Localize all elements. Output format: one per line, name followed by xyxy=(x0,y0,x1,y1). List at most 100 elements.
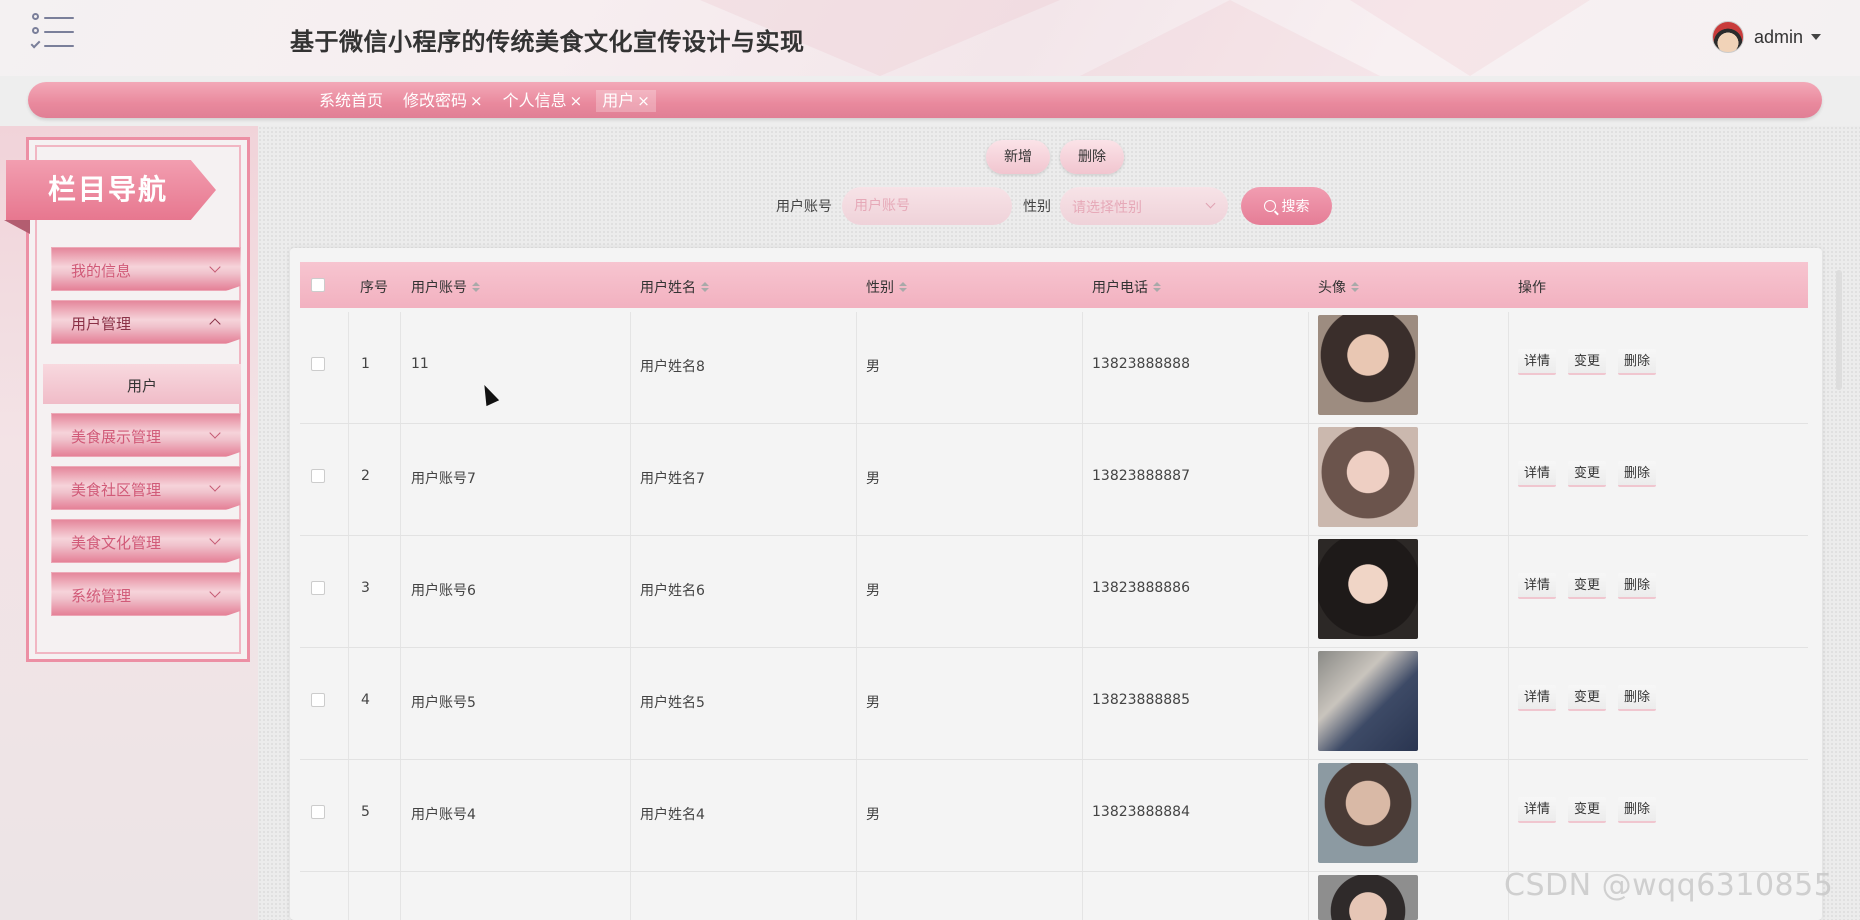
table-row: 4 用户账号5 用户姓名5 男 13823888885 详情 变更 删除 xyxy=(300,648,1808,760)
cell-phone: 13823888885 xyxy=(1092,692,1190,708)
header-decoration xyxy=(1350,0,1590,76)
cell-index: 2 xyxy=(361,468,370,484)
edit-button[interactable]: 变更 xyxy=(1568,797,1607,823)
chevron-down-icon xyxy=(1205,198,1216,209)
user-avatar-image xyxy=(1318,651,1418,751)
edit-button[interactable]: 变更 xyxy=(1568,461,1607,487)
add-button[interactable]: 新增 xyxy=(986,140,1050,174)
cell-phone: 13823888886 xyxy=(1092,580,1190,596)
detail-button[interactable]: 详情 xyxy=(1518,461,1557,487)
table-row: 2 用户账号7 用户姓名7 男 13823888887 详情 变更 删除 xyxy=(300,424,1808,536)
table-row: 3 用户账号6 用户姓名6 男 13823888886 详情 变更 删除 xyxy=(300,536,1808,648)
edit-button[interactable]: 变更 xyxy=(1568,685,1607,711)
close-icon[interactable]: × xyxy=(570,90,583,112)
row-checkbox[interactable] xyxy=(311,357,325,371)
account-label: 用户账号 xyxy=(776,199,832,215)
select-all-checkbox[interactable] xyxy=(311,278,325,292)
cell-gender: 男 xyxy=(866,807,880,823)
sort-icon xyxy=(1153,282,1161,292)
sidebar-item-system[interactable]: 系统管理 xyxy=(51,572,241,616)
cell-name: 用户姓名4 xyxy=(640,807,705,823)
cell-gender: 男 xyxy=(866,695,880,711)
sidebar-item-food-culture[interactable]: 美食文化管理 xyxy=(51,519,241,563)
cell-gender: 男 xyxy=(866,471,880,487)
tabs-bar: 系统首页 修改密码 × 个人信息 × 用户 × xyxy=(28,82,1822,118)
sidebar-item-user-management[interactable]: 用户管理 xyxy=(51,300,241,344)
row-delete-button[interactable]: 删除 xyxy=(1618,461,1657,487)
sort-icon xyxy=(1351,282,1359,292)
row-checkbox[interactable] xyxy=(311,805,325,819)
detail-button[interactable]: 详情 xyxy=(1518,685,1557,711)
row-checkbox[interactable] xyxy=(311,469,325,483)
search-icon xyxy=(1263,200,1276,212)
edit-button[interactable]: 变更 xyxy=(1568,573,1607,599)
row-checkbox[interactable] xyxy=(311,693,325,707)
header-actions: 操作 xyxy=(1518,280,1546,296)
row-delete-button[interactable]: 删除 xyxy=(1618,349,1657,375)
top-header: 基于微信小程序的传统美食文化宣传设计与实现 admin xyxy=(0,0,1860,76)
scrollbar[interactable] xyxy=(1836,270,1842,390)
row-checkbox[interactable] xyxy=(311,581,325,595)
header-phone[interactable]: 用户电话 xyxy=(1092,277,1161,297)
sort-icon xyxy=(899,282,907,292)
nav-title: 栏目导航 xyxy=(48,173,169,206)
user-avatar-image xyxy=(1318,875,1418,920)
row-delete-button[interactable]: 删除 xyxy=(1618,573,1657,599)
cell-gender: 男 xyxy=(866,359,880,375)
cell-account: 用户账号4 xyxy=(411,807,476,823)
gender-select[interactable]: 请选择性别 xyxy=(1060,187,1228,225)
user-avatar-image xyxy=(1318,315,1418,415)
header-avatar[interactable]: 头像 xyxy=(1318,277,1359,297)
user-name: admin xyxy=(1754,26,1804,47)
cell-account: 用户账号6 xyxy=(411,583,476,599)
cell-index: 1 xyxy=(361,356,370,372)
sidebar-item-my-info[interactable]: 我的信息 xyxy=(51,247,241,291)
close-icon[interactable]: × xyxy=(637,90,650,112)
sidebar-subitem-users[interactable]: 用户 xyxy=(43,364,241,404)
user-table: 序号 用户账号 用户姓名 性别 用户电话 头像 操作 1 11 用户姓名8 男 … xyxy=(290,248,1822,920)
sort-icon xyxy=(701,282,709,292)
user-menu[interactable]: admin xyxy=(1712,20,1822,54)
table-row: 1 11 用户姓名8 男 13823888888 详情 变更 删除 xyxy=(300,312,1808,424)
header-name[interactable]: 用户姓名 xyxy=(640,277,709,297)
cell-index: 3 xyxy=(361,580,370,596)
header-gender[interactable]: 性别 xyxy=(866,277,907,297)
cell-account: 用户账号5 xyxy=(411,695,476,711)
cell-name: 用户姓名8 xyxy=(640,359,705,375)
cell-phone: 13823888888 xyxy=(1092,356,1190,372)
cell-account: 用户账号7 xyxy=(411,471,476,487)
avatar xyxy=(1712,21,1744,53)
account-search-input[interactable] xyxy=(842,187,1012,225)
gender-label: 性别 xyxy=(1023,199,1051,215)
table-header: 序号 用户账号 用户姓名 性别 用户电话 头像 操作 xyxy=(300,262,1808,308)
row-delete-button[interactable]: 删除 xyxy=(1618,797,1657,823)
chevron-up-icon xyxy=(209,318,221,330)
watermark: CSDN @wqq6310855 xyxy=(1504,868,1834,903)
user-avatar-image xyxy=(1318,539,1418,639)
chevron-down-icon xyxy=(209,533,221,545)
header-index: 序号 xyxy=(360,280,388,296)
detail-button[interactable]: 详情 xyxy=(1518,349,1557,375)
sort-icon xyxy=(472,282,480,292)
sidebar-item-food-display[interactable]: 美食展示管理 xyxy=(51,413,241,457)
delete-button[interactable]: 删除 xyxy=(1060,140,1124,174)
cell-phone: 13823888887 xyxy=(1092,468,1190,484)
chevron-down-icon xyxy=(209,480,221,492)
detail-button[interactable]: 详情 xyxy=(1518,573,1557,599)
tab-home[interactable]: 系统首页 xyxy=(313,90,389,112)
header-account[interactable]: 用户账号 xyxy=(411,277,480,297)
tab-users[interactable]: 用户 × xyxy=(596,90,656,112)
tab-change-password[interactable]: 修改密码 × xyxy=(397,90,489,112)
sidebar-item-food-community[interactable]: 美食社区管理 xyxy=(51,466,241,510)
app-title: 基于微信小程序的传统美食文化宣传设计与实现 xyxy=(290,28,805,56)
cell-gender: 男 xyxy=(866,583,880,599)
search-button[interactable]: 搜索 xyxy=(1241,187,1332,225)
chevron-down-icon xyxy=(209,586,221,598)
menu-toggle-icon[interactable] xyxy=(30,12,76,52)
detail-button[interactable]: 详情 xyxy=(1518,797,1557,823)
close-icon[interactable]: × xyxy=(470,90,483,112)
cell-account: 11 xyxy=(411,356,429,372)
tab-personal-info[interactable]: 个人信息 × xyxy=(497,90,589,112)
row-delete-button[interactable]: 删除 xyxy=(1618,685,1657,711)
edit-button[interactable]: 变更 xyxy=(1568,349,1607,375)
